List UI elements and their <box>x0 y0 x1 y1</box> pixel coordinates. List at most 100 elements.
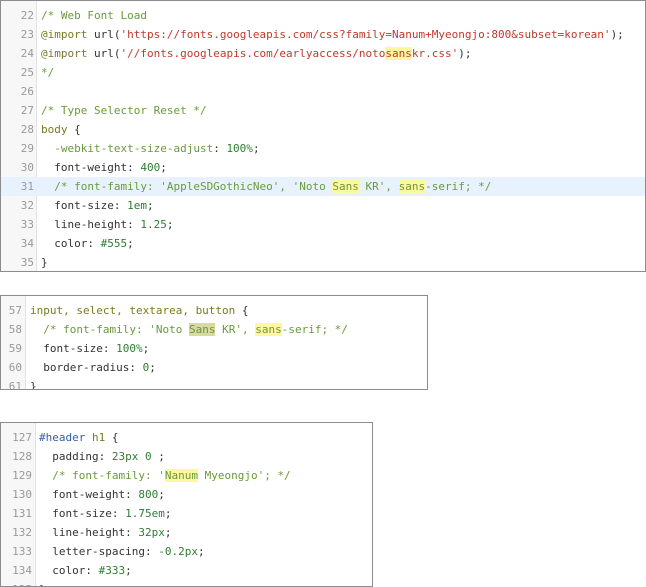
line-number: 128 <box>12 450 32 463</box>
code-token: 1.25 <box>140 218 167 231</box>
code-token: : <box>125 488 139 501</box>
code-token: : <box>213 142 227 155</box>
line-number: 133 <box>12 545 32 558</box>
code-token: 1.75em <box>125 507 165 520</box>
code-lines: 57 input, select, textarea, button {58 /*… <box>1 296 427 390</box>
code-token: ; <box>158 488 165 501</box>
code-text: /* Type Selector Reset */ <box>41 101 207 120</box>
code-token: } <box>30 380 37 390</box>
code-token: '//fonts.googleapis.com/earlyaccess/noto <box>120 47 386 60</box>
code-token: ; <box>252 142 260 155</box>
code-token: font-size <box>30 342 103 355</box>
code-lines: 127 #header h1 {128 padding: 23px 0 ; 129 … <box>1 423 372 586</box>
code-text: font-size: 100%; <box>30 339 149 358</box>
line-number: 35 <box>20 256 34 269</box>
code-token: { <box>235 304 249 317</box>
code-token: font-weight <box>39 488 126 501</box>
code-line[interactable]: 130 font-weight: 800; <box>1 485 372 504</box>
code-line[interactable]: 35} <box>1 253 645 271</box>
code-token: h1 <box>85 431 106 444</box>
code-token: body <box>41 123 68 136</box>
code-line[interactable]: 61} <box>1 377 427 390</box>
code-line[interactable]: 135} <box>1 580 372 586</box>
code-panel-body-reset[interactable]: 22/* Web Font Load 23 @import url('https:/… <box>0 0 646 272</box>
code-line[interactable]: 33 line-height: 1.25; <box>1 215 645 234</box>
code-token: ; <box>146 199 154 212</box>
code-text: @import url('https://fonts.googleapis.co… <box>41 25 624 44</box>
code-line[interactable]: 128 padding: 23px 0 ; <box>1 447 372 466</box>
code-line[interactable]: 134 color: #333; <box>1 561 372 580</box>
code-line[interactable]: 30 font-weight: 400; <box>1 158 645 177</box>
code-token: #header <box>39 431 86 444</box>
code-token: 32px <box>138 526 165 539</box>
code-line[interactable]: 131 font-size: 1.75em; <box>1 504 372 523</box>
line-number: 32 <box>20 199 34 212</box>
code-token: 400 <box>140 161 161 174</box>
code-token: ; <box>197 545 205 558</box>
line-number: 132 <box>12 526 32 539</box>
search-highlight: Sans <box>188 323 216 336</box>
code-line[interactable]: 129 /* font-family: 'Nanum Myeongjo'; */ <box>1 466 372 485</box>
code-line-active[interactable]: 31 /* font-family: 'AppleSDGothicNeo', '… <box>1 177 645 196</box>
code-text: font-size: 1em; <box>41 196 154 215</box>
code-lines: 22/* Web Font Load 23 @import url('https:/… <box>1 1 645 271</box>
code-token: 23px <box>111 450 139 463</box>
code-token: } <box>41 256 48 269</box>
code-line[interactable]: 29 -webkit-text-size-adjust: 100%; <box>1 139 645 158</box>
code-token: : <box>144 545 159 558</box>
code-line[interactable]: 22 /* Web Font Load <box>1 6 645 25</box>
code-line[interactable]: 59 font-size: 100%; <box>1 339 427 358</box>
code-token: /* font-family: 'AppleSDGothicNeo', 'Not… <box>41 180 333 193</box>
code-line[interactable]: 25 */ <box>1 63 645 82</box>
search-highlight: Nanum <box>164 469 198 482</box>
code-token: ); <box>610 28 624 41</box>
code-panel-form-reset[interactable]: 57 input, select, textarea, button {58 /*… <box>0 295 428 390</box>
line-number: 127 <box>12 431 32 444</box>
code-line[interactable]: 24 @import url('//fonts.googleapis.com/ea… <box>1 44 645 63</box>
code-token: ); <box>458 47 472 60</box>
code-text: /* font-family: 'Nanum Myeongjo'; */ <box>39 466 291 485</box>
code-token: line-height <box>41 218 128 231</box>
code-line[interactable]: 28 body { <box>1 120 645 139</box>
code-token: ; <box>125 564 132 577</box>
code-line[interactable]: 34 color: #555; <box>1 234 645 253</box>
code-text: line-height: 32px; <box>39 523 171 542</box>
line-number: 61 <box>8 380 22 390</box>
code-line[interactable]: 60 border-radius: 0; <box>1 358 427 377</box>
code-token: : <box>111 507 126 520</box>
code-text: padding: 23px 0 ; <box>39 447 165 466</box>
code-token: 'https://fonts.googleapis.com/css?family… <box>120 28 611 41</box>
code-line[interactable]: 32 font-size: 1em; <box>1 196 645 215</box>
code-text: /* font-family: 'Noto Sans KR', sans-ser… <box>30 320 348 339</box>
code-token: Myeongjo'; */ <box>197 469 291 482</box>
code-line[interactable]: 132 line-height: 32px; <box>1 523 372 542</box>
code-token: font-size <box>39 507 112 520</box>
code-text: font-size: 1.75em; <box>39 504 171 523</box>
code-text: body { <box>41 120 81 139</box>
code-token: ; <box>166 218 174 231</box>
line-number: 25 <box>20 66 34 79</box>
line-number: 26 <box>20 85 34 98</box>
line-number: 129 <box>12 469 32 482</box>
code-line[interactable]: 27 /* Type Selector Reset */ <box>1 101 645 120</box>
code-line[interactable]: 127 #header h1 { <box>1 428 372 447</box>
code-token: input, select, textarea, button <box>30 304 236 317</box>
code-panel-header-h1[interactable]: 127 #header h1 {128 padding: 23px 0 ; 129 … <box>0 422 373 587</box>
code-token: border-radius <box>30 361 130 374</box>
line-number: 22 <box>20 9 34 22</box>
code-text: color: #333; <box>39 561 132 580</box>
code-line[interactable]: 57 input, select, textarea, button { <box>1 301 427 320</box>
code-token: /* font-family: ' <box>39 469 165 482</box>
code-line[interactable]: 26 <box>1 82 645 101</box>
code-token: @import <box>41 28 88 41</box>
code-line[interactable]: 23 @import url('https://fonts.googleapis.… <box>1 25 645 44</box>
code-token: KR', <box>215 323 256 336</box>
code-token: ; <box>160 161 167 174</box>
code-line[interactable]: 133 letter-spacing: -0.2px; <box>1 542 372 561</box>
code-line[interactable]: 58 /* font-family: 'Noto Sans KR', sans-… <box>1 320 427 339</box>
line-number: 58 <box>8 323 22 336</box>
line-number: 27 <box>20 104 34 117</box>
code-text: @import url('//fonts.googleapis.com/earl… <box>41 44 472 63</box>
code-token: padding <box>39 450 99 463</box>
